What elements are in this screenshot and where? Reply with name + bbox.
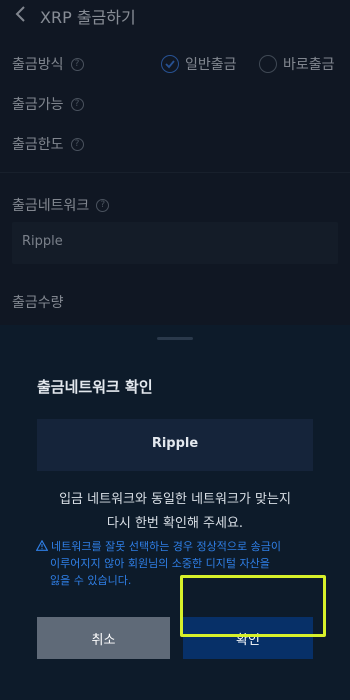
warning-line1: 네트워크를 잘못 선택하는 경우 정상적으로 송금이 (36, 538, 316, 555)
warning-triangle-icon (36, 540, 48, 551)
sheet-handle[interactable] (157, 337, 193, 340)
confirm-message-line2: 다시 한번 확인해 주세요. (106, 516, 244, 531)
cancel-button[interactable]: 취소 (37, 617, 170, 659)
confirm-message-line1: 입금 네트워크와 동일한 네트워크가 맞는지 (59, 492, 291, 507)
selected-network-value: Ripple (151, 436, 199, 451)
confirm-network-sheet: 출금네트워크 확인 Ripple 입금 네트워크와 동일한 네트워크가 맞는지 … (0, 325, 350, 700)
confirm-button-highlight (180, 575, 326, 637)
warning-line2: 이루어지지 않아 회원님의 소중한 디지털 자산을 (50, 557, 270, 570)
selected-network-box: Ripple (37, 419, 313, 471)
withdraw-page: XRP 출금하기 출금방식 ? 일반출금 바로출금 출금가능 ? 출금한도 ? … (0, 0, 350, 700)
sheet-title: 출금네트워크 확인 (37, 378, 153, 396)
